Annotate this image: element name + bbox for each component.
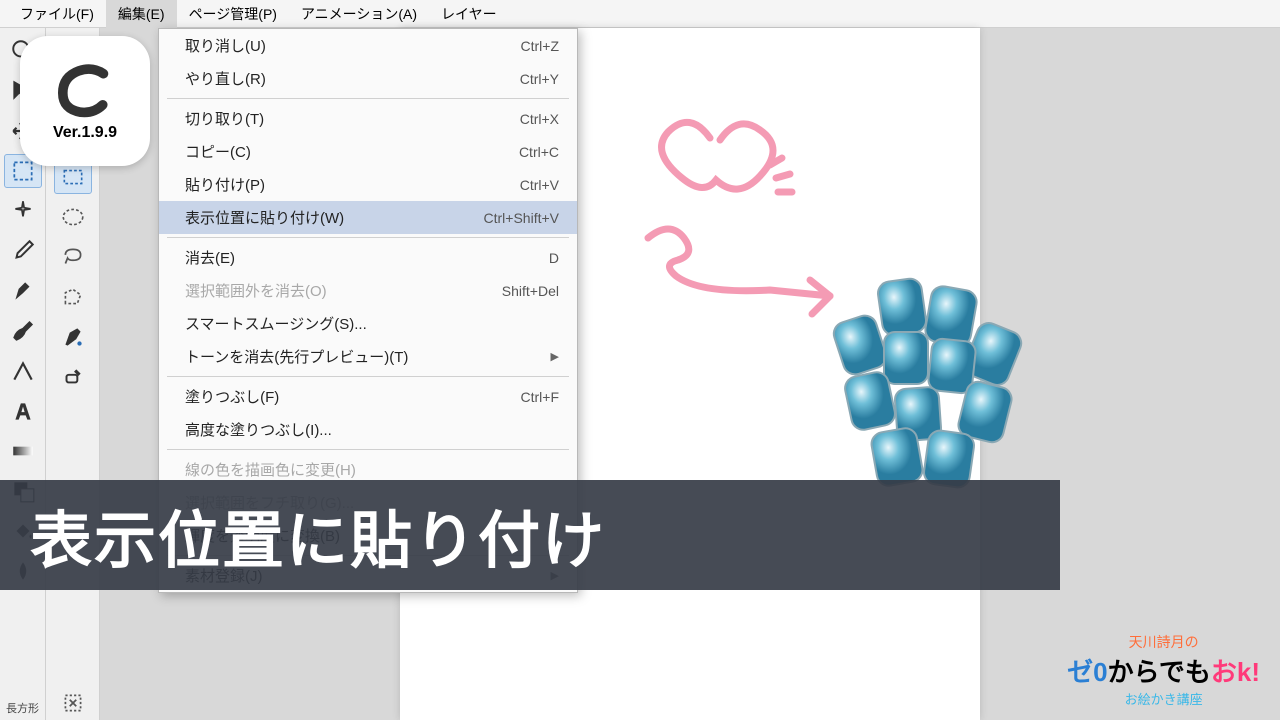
- menu-item[interactable]: 塗りつぶし(F) Ctrl+F: [159, 380, 577, 413]
- menu-item[interactable]: トーンを消去(先行プレビュー)(T) ▶: [159, 340, 577, 373]
- subtool-lasso-icon[interactable]: [54, 240, 92, 274]
- menu-item-label: 塗りつぶし(F): [185, 386, 279, 407]
- tool-gradient-icon[interactable]: [4, 434, 42, 468]
- series-line1: 天川詩月の: [1067, 632, 1260, 652]
- menu-item-label: スマートスムージング(S)...: [185, 313, 367, 334]
- menubar: ファイル(F) 編集(E) ページ管理(P) アニメーション(A) レイヤー: [0, 0, 1280, 28]
- menu-shortcut: D: [549, 250, 559, 266]
- subtool-polyline-icon[interactable]: [54, 280, 92, 314]
- tool-text-icon[interactable]: [4, 394, 42, 428]
- menu-file[interactable]: ファイル(F): [8, 0, 106, 28]
- heart-arrow-doodle-icon: [620, 110, 900, 330]
- subtool-select-erase-icon[interactable]: [54, 360, 92, 394]
- menu-item[interactable]: 取り消し(U) Ctrl+Z: [159, 29, 577, 62]
- series-line2: ゼ0からでもおk!: [1067, 652, 1260, 689]
- menu-edit[interactable]: 編集(E): [106, 0, 177, 28]
- menu-animation[interactable]: アニメーション(A): [289, 0, 429, 28]
- tool-eyedropper-icon[interactable]: [4, 234, 42, 268]
- menu-shortcut: Ctrl+F: [521, 389, 560, 405]
- tool-label: 長方形: [2, 696, 43, 720]
- menu-separator: [167, 98, 569, 99]
- subtool-select-pen-icon[interactable]: [54, 320, 92, 354]
- menu-shortcut: Ctrl+X: [520, 111, 559, 127]
- menu-shortcut: Ctrl+Shift+V: [484, 210, 559, 226]
- menu-shortcut: Ctrl+V: [520, 177, 559, 193]
- subtool-shrink-icon[interactable]: [54, 686, 92, 720]
- series-line3: お絵かき講座: [1067, 689, 1260, 708]
- app-logo-badge: Ver.1.9.9: [20, 36, 150, 166]
- menu-shortcut: Ctrl+Y: [520, 71, 559, 87]
- menu-item[interactable]: 高度な塗りつぶし(I)...: [159, 413, 577, 446]
- tool-wand-icon[interactable]: [4, 194, 42, 228]
- menu-item[interactable]: 切り取り(T) Ctrl+X: [159, 102, 577, 135]
- menu-item-label: 表示位置に貼り付け(W): [185, 207, 344, 228]
- menu-item-label: コピー(C): [185, 141, 251, 162]
- menu-item[interactable]: 表示位置に貼り付け(W) Ctrl+Shift+V: [159, 201, 577, 234]
- clip-studio-logo-icon: [48, 60, 122, 120]
- menu-item[interactable]: 貼り付け(P) Ctrl+V: [159, 168, 577, 201]
- menu-item-label: 消去(E): [185, 247, 235, 268]
- menu-item-label: やり直し(R): [185, 68, 266, 89]
- menu-separator: [167, 376, 569, 377]
- menu-item[interactable]: やり直し(R) Ctrl+Y: [159, 62, 577, 95]
- subtool-ellipse-marquee-icon[interactable]: [54, 200, 92, 234]
- menu-shortcut: Ctrl+Z: [521, 38, 560, 54]
- menu-item-label: 選択範囲外を消去(O): [185, 280, 327, 301]
- tool-figure-icon[interactable]: [4, 354, 42, 388]
- menu-item-label: 取り消し(U): [185, 35, 266, 56]
- menu-item: 選択範囲外を消去(O) Shift+Del: [159, 274, 577, 307]
- menu-item[interactable]: 消去(E) D: [159, 241, 577, 274]
- menu-shortcut: Ctrl+C: [519, 144, 559, 160]
- menu-shortcut: Shift+Del: [502, 283, 559, 299]
- version-label: Ver.1.9.9: [53, 124, 117, 142]
- menu-separator: [167, 449, 569, 450]
- menu-layer[interactable]: レイヤー: [429, 0, 509, 28]
- series-logo: 天川詩月の ゼ0からでもおk! お絵かき講座: [1067, 632, 1260, 708]
- menu-page[interactable]: ページ管理(P): [177, 0, 289, 28]
- menu-item[interactable]: スマートスムージング(S)...: [159, 307, 577, 340]
- menu-item-label: 高度な塗りつぶし(I)...: [185, 419, 332, 440]
- menu-item[interactable]: コピー(C) Ctrl+C: [159, 135, 577, 168]
- submenu-arrow-icon: ▶: [551, 350, 559, 363]
- menu-item-label: 線の色を描画色に変更(H): [185, 459, 356, 480]
- menu-item-label: トーンを消去(先行プレビュー)(T): [185, 346, 408, 367]
- caption-banner: 表示位置に貼り付け: [0, 480, 1060, 590]
- menu-separator: [167, 237, 569, 238]
- tool-pen-icon[interactable]: [4, 274, 42, 308]
- menu-item-label: 貼り付け(P): [185, 174, 265, 195]
- menu-item-label: 切り取り(T): [185, 108, 264, 129]
- tool-brush-icon[interactable]: [4, 314, 42, 348]
